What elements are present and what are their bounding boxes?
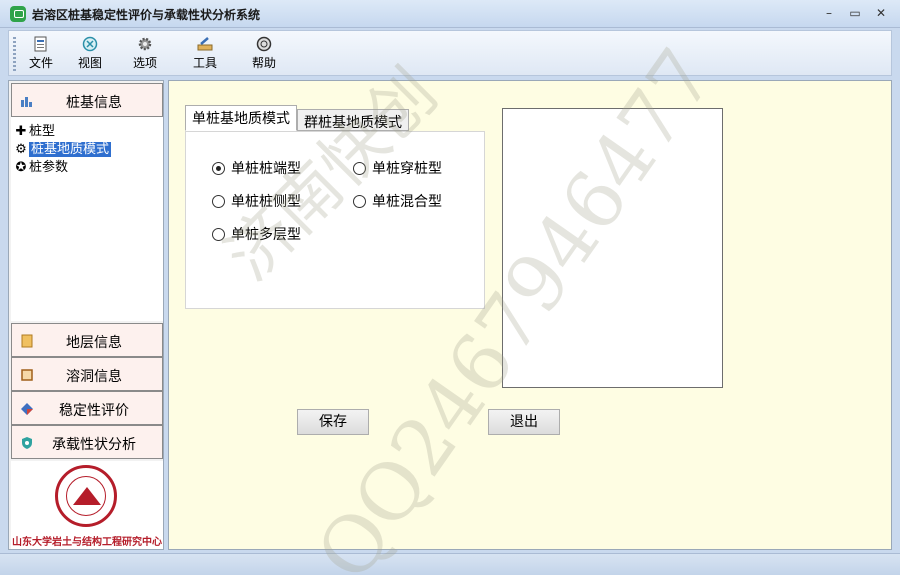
- radio-pile-end-type[interactable]: 单桩桩端型: [212, 160, 301, 178]
- view-button[interactable]: 视图: [67, 34, 113, 74]
- tree-item-geology-mode[interactable]: ⚙ 桩基地质模式: [13, 141, 112, 159]
- pile-tree: ✚ 桩型 ⚙ 桩基地质模式 ✪ 桩参数: [11, 117, 163, 321]
- save-button[interactable]: 保存: [297, 409, 369, 435]
- nav-header-pile-info[interactable]: 桩基信息: [11, 83, 163, 117]
- radio-label: 单桩混合型: [372, 194, 442, 210]
- file-label: 文件: [28, 56, 53, 70]
- nav-header-label: 稳定性评价: [59, 403, 129, 419]
- nav-header-label: 地层信息: [66, 335, 122, 351]
- preview-box: [502, 108, 723, 388]
- maximize-button[interactable]: ▭: [846, 5, 864, 21]
- nav-header-stability[interactable]: 稳定性评价: [11, 391, 163, 425]
- view-label: 视图: [77, 56, 102, 70]
- tree-item-label: 桩基地质模式: [29, 142, 112, 157]
- radio-label: 单桩桩端型: [231, 161, 301, 177]
- radio-pile-side-type[interactable]: 单桩桩侧型: [212, 193, 301, 211]
- close-button[interactable]: ✕: [872, 5, 890, 21]
- tab-group-pile-mode[interactable]: 群桩基地质模式: [297, 109, 409, 131]
- toolbar-grip[interactable]: [13, 37, 16, 71]
- star-circle-icon: ✪: [15, 160, 27, 175]
- radio-label: 单桩多层型: [231, 227, 301, 243]
- nav-header-label: 溶洞信息: [66, 369, 122, 385]
- nav-header-label: 桩基信息: [66, 95, 122, 111]
- radio-dot: [212, 228, 225, 241]
- radio-dot: [212, 162, 225, 175]
- university-logo: 山东大学岩土与结构工程研究中心: [11, 461, 163, 549]
- help-icon: [256, 36, 272, 52]
- options-gear-icon: [138, 37, 152, 51]
- gear-icon: ⚙: [15, 142, 27, 157]
- radio-label: 单桩穿桩型: [372, 161, 442, 177]
- tree-item-pile-type[interactable]: ✚ 桩型: [13, 123, 55, 141]
- radio-dot: [353, 162, 366, 175]
- minimize-button[interactable]: –: [820, 5, 838, 21]
- tools-button[interactable]: 工具: [182, 34, 228, 74]
- single-pile-mode-page: 单桩桩端型 单桩穿桩型 单桩桩侧型 单桩混合型 单桩多层型: [185, 131, 485, 309]
- app-icon: [10, 6, 26, 22]
- file-button[interactable]: 文件: [18, 34, 64, 74]
- tree-item-pile-params[interactable]: ✪ 桩参数: [13, 159, 68, 177]
- radio-pile-through-type[interactable]: 单桩穿桩型: [353, 160, 442, 178]
- exit-button[interactable]: 退出: [488, 409, 560, 435]
- university-seal: [55, 465, 117, 527]
- toolbar: 文件 视图 选项 工具 帮助: [8, 30, 892, 76]
- navigation-panel: 桩基信息 ✚ 桩型 ⚙ 桩基地质模式 ✪ 桩参数 地层信息 溶洞信息 稳定性评价 承载…: [8, 80, 164, 550]
- radio-dot: [353, 195, 366, 208]
- radio-dot: [212, 195, 225, 208]
- logo-caption: 山东大学岩土与结构工程研究中心: [12, 537, 162, 548]
- main-content: 单桩基地质模式 群桩基地质模式 单桩桩端型 单桩穿桩型 单桩桩侧型 单桩混合型 …: [168, 80, 892, 550]
- help-label: 帮助: [251, 56, 276, 70]
- tree-item-label: 桩参数: [29, 160, 69, 175]
- options-label: 选项: [132, 56, 157, 70]
- options-button[interactable]: 选项: [122, 34, 168, 74]
- radio-label: 单桩桩侧型: [231, 194, 301, 210]
- status-bar: [0, 553, 900, 575]
- tree-item-label: 桩型: [29, 124, 56, 139]
- window-title: 岩溶区桩基稳定性评价与承载性状分析系统: [32, 8, 261, 22]
- title-bar: 岩溶区桩基稳定性评价与承载性状分析系统 – ▭ ✕: [0, 0, 900, 28]
- radio-pile-multilayer-type[interactable]: 单桩多层型: [212, 226, 301, 244]
- help-button[interactable]: 帮助: [241, 34, 287, 74]
- tools-icon: [197, 37, 213, 51]
- file-icon: [34, 36, 47, 52]
- nav-header-strata[interactable]: 地层信息: [11, 323, 163, 357]
- nav-header-bearing-analysis[interactable]: 承载性状分析: [11, 425, 163, 459]
- tab-single-pile-mode[interactable]: 单桩基地质模式: [185, 105, 297, 131]
- nav-header-label: 承载性状分析: [52, 437, 136, 453]
- radio-pile-mixed-type[interactable]: 单桩混合型: [353, 193, 442, 211]
- plus-icon: ✚: [15, 124, 27, 139]
- tools-label: 工具: [192, 56, 217, 70]
- view-icon: [82, 36, 98, 52]
- nav-header-karst-cave[interactable]: 溶洞信息: [11, 357, 163, 391]
